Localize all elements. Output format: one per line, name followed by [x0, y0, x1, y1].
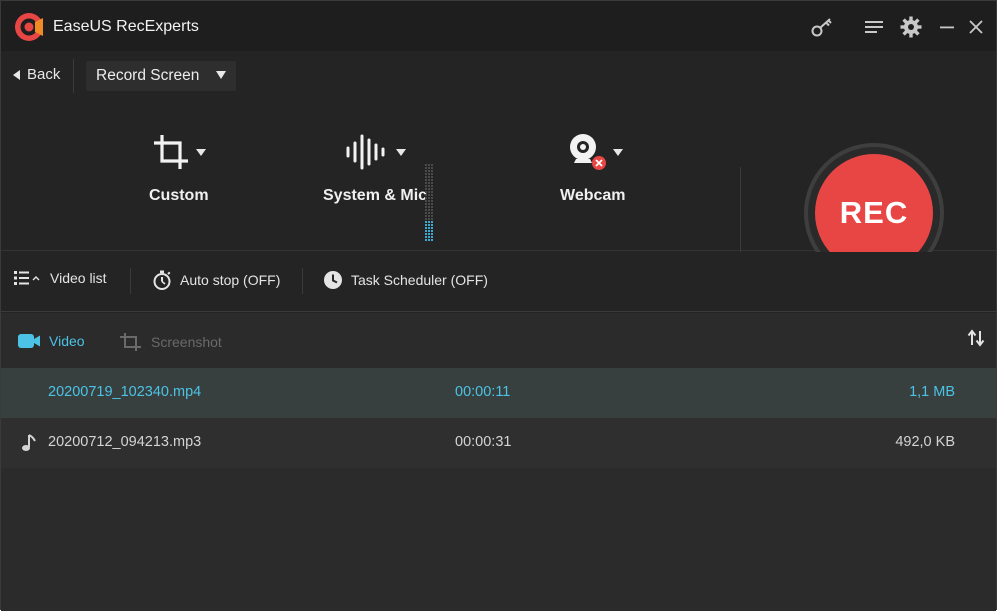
secondary-toolbar: Video list Auto stop (OFF) Task Schedule…	[1, 252, 996, 312]
task-scheduler-button[interactable]: Task Scheduler (OFF)	[323, 270, 488, 290]
file-name: 20200719_102340.mp4	[48, 384, 202, 400]
back-label: Back	[27, 66, 61, 83]
license-key-button[interactable]	[809, 14, 835, 40]
sound-wave-icon	[346, 134, 385, 170]
gear-icon	[900, 16, 922, 38]
auto-stop-label: Auto stop (OFF)	[180, 272, 281, 288]
caret-down-icon	[195, 148, 206, 156]
record-mode-value: Record Screen	[96, 67, 200, 84]
auto-stop-button[interactable]: Auto stop (OFF)	[152, 270, 280, 290]
menu-icon	[865, 21, 883, 33]
close-icon	[969, 20, 983, 34]
close-button[interactable]	[963, 14, 989, 40]
clock-icon	[324, 271, 342, 289]
file-duration: 00:00:11	[455, 384, 511, 400]
minimize-icon	[940, 26, 954, 29]
music-note-icon	[22, 434, 36, 451]
divider	[130, 268, 131, 294]
crop-icon	[120, 333, 141, 351]
file-name: 20200712_094213.mp3	[48, 434, 202, 450]
settings-button[interactable]	[898, 14, 924, 40]
list-icon	[14, 271, 40, 285]
minimize-button[interactable]	[934, 14, 960, 40]
audio-source-button[interactable]: System & Mic	[323, 129, 427, 205]
caret-left-icon	[13, 69, 20, 80]
recordings-panel: Video Screenshot 20200719_102340.mp4 00:…	[1, 313, 996, 611]
webcam-button[interactable]: Webcam	[560, 129, 626, 205]
video-list-label: Video list	[50, 270, 107, 286]
webcam-label: Webcam	[560, 187, 626, 204]
sort-button[interactable]	[967, 329, 985, 352]
file-duration: 00:00:31	[455, 434, 512, 450]
sort-arrows-icon	[967, 329, 985, 347]
record-mode-select[interactable]: Record Screen	[86, 61, 236, 91]
file-row[interactable]: 20200712_094213.mp3 00:00:31 492,0 KB	[1, 418, 996, 468]
region-label: Custom	[149, 187, 209, 204]
file-size: 1,1 MB	[909, 384, 955, 400]
tab-screenshot[interactable]: Screenshot	[119, 332, 222, 352]
back-button[interactable]: Back	[13, 66, 60, 83]
title-bar: EaseUS RecExperts	[1, 1, 996, 51]
crop-icon	[153, 135, 188, 169]
volume-meter	[425, 164, 433, 241]
video-camera-icon	[18, 334, 40, 348]
tab-video[interactable]: Video	[17, 332, 85, 350]
tab-video-label: Video	[49, 333, 85, 349]
caret-down-icon	[612, 148, 623, 156]
task-scheduler-label: Task Scheduler (OFF)	[351, 272, 488, 288]
divider	[302, 268, 303, 294]
divider	[73, 59, 74, 93]
file-row[interactable]: 20200719_102340.mp4 00:00:11 1,1 MB	[1, 368, 996, 418]
webcam-icon	[569, 134, 606, 170]
audio-label: System & Mic	[323, 187, 428, 204]
video-list-button[interactable]: Video list	[14, 270, 107, 286]
region-select-button[interactable]: Custom	[149, 129, 209, 205]
tab-screenshot-label: Screenshot	[151, 334, 222, 350]
app-title: EaseUS RecExperts	[53, 18, 199, 35]
caret-down-icon	[216, 71, 226, 79]
stopwatch-icon	[153, 270, 171, 290]
key-icon	[811, 18, 832, 37]
file-size: 492,0 KB	[895, 434, 955, 450]
app-window: EaseUS RecExperts Back Record Screen Cus…	[0, 0, 997, 611]
caret-down-icon	[396, 148, 407, 156]
recording-controls: Back Record Screen Custom System & Mic W…	[1, 51, 996, 283]
menu-button[interactable]	[861, 14, 887, 40]
app-logo-icon	[15, 13, 43, 41]
